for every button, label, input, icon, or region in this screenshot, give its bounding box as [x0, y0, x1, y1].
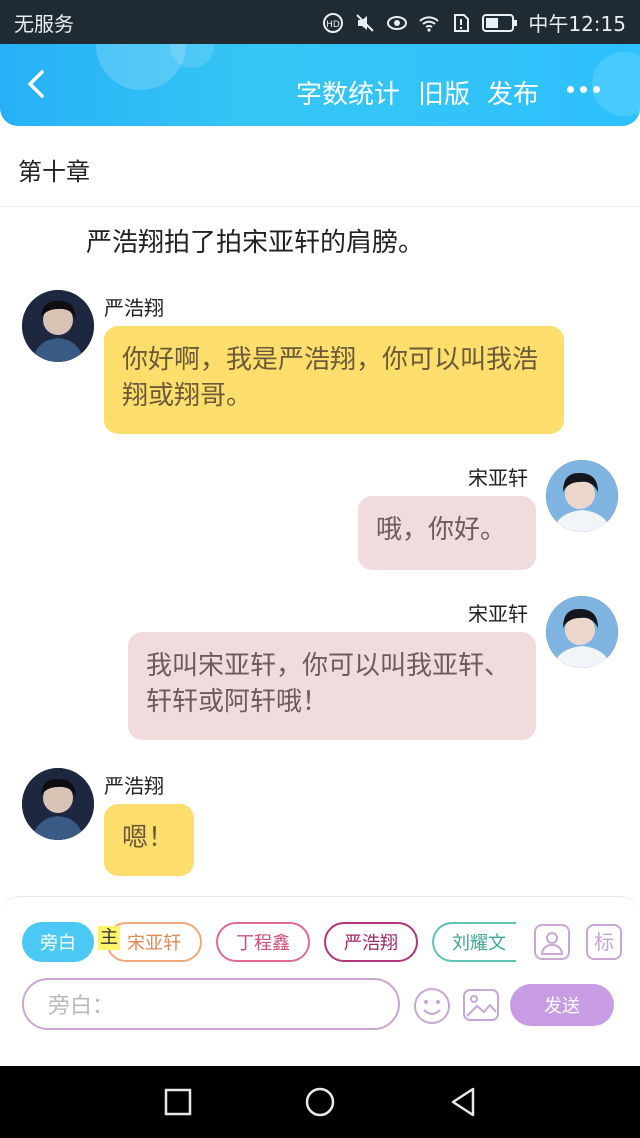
svg-text:HD: HD: [327, 20, 341, 30]
sim-alert-icon: [454, 13, 470, 32]
word-count-button[interactable]: 字数统计: [296, 74, 400, 111]
carrier-text: 无服务: [14, 12, 74, 36]
home-icon[interactable]: [304, 1086, 336, 1118]
person-photo-icon: [546, 596, 618, 668]
more-options-icon[interactable]: [567, 86, 600, 93]
status-bar: 无服务 HD 中午12:15: [0, 0, 640, 44]
message-input[interactable]: 旁白：: [22, 978, 400, 1030]
role-chip-ding-chengxin[interactable]: 丁程鑫: [216, 922, 310, 962]
old-version-button[interactable]: 旧版: [418, 74, 470, 111]
chapter-bar: 第十章: [0, 126, 640, 207]
recent-apps-icon[interactable]: [164, 1088, 192, 1116]
avatar-yan-haoxiang[interactable]: [22, 290, 94, 362]
person-icon: [540, 932, 564, 955]
person-photo-icon: [22, 290, 94, 362]
image-icon[interactable]: [462, 986, 500, 1024]
battery-icon: [482, 13, 518, 32]
message-bubble[interactable]: 我叫宋亚轩，你可以叫我亚轩、轩轩或阿轩哦！: [128, 632, 536, 740]
role-chip-yan-haoxiang[interactable]: 严浩翔: [324, 922, 418, 962]
back-nav-icon[interactable]: [448, 1086, 478, 1118]
publish-button[interactable]: 发布: [487, 74, 539, 111]
wifi-icon: [419, 15, 440, 32]
person-photo-icon: [22, 768, 94, 840]
emoji-icon[interactable]: [412, 986, 452, 1026]
status-icons: HD 中午12:15: [322, 8, 626, 37]
clock: 中午12:15: [528, 12, 626, 36]
person-photo-icon: [546, 460, 618, 532]
sender-name: 宋亚轩: [468, 466, 528, 490]
hd-call-icon: HD: [323, 12, 344, 33]
role-chip-narrator[interactable]: 旁白: [22, 922, 94, 962]
header-decoration: [592, 52, 640, 116]
avatar-yan-haoxiang[interactable]: [22, 768, 94, 840]
avatar-song-yaxuan[interactable]: [546, 460, 618, 532]
role-chip-liu-yaowen[interactable]: 刘耀文: [432, 922, 516, 962]
message-bubble[interactable]: 哦，你好。: [358, 496, 536, 570]
narration-text: 严浩翔拍了拍宋亚轩的肩膀。: [86, 228, 425, 258]
message-bubble[interactable]: 嗯！: [104, 804, 194, 876]
sender-name: 严浩翔: [104, 296, 164, 320]
mute-icon: [356, 13, 375, 32]
system-nav-bar: [0, 1066, 640, 1138]
add-character-icon[interactable]: [534, 924, 570, 960]
editor-header: 字数统计 旧版 发布: [0, 44, 640, 126]
sender-name: 宋亚轩: [468, 602, 528, 626]
sender-name: 严浩翔: [104, 774, 164, 798]
tag-button[interactable]: 标: [586, 924, 622, 960]
eye-icon: [387, 15, 408, 30]
chapter-title[interactable]: 第十章: [18, 152, 90, 187]
message-bubble[interactable]: 你好啊，我是严浩翔，你可以叫我浩翔或翔哥。: [104, 326, 564, 434]
back-icon[interactable]: [18, 64, 58, 104]
role-chip-song-yaxuan[interactable]: 宋亚轩: [106, 922, 202, 962]
avatar-song-yaxuan[interactable]: [546, 596, 618, 668]
main-role-tag: 主: [98, 926, 120, 950]
send-button[interactable]: 发送: [510, 984, 614, 1026]
